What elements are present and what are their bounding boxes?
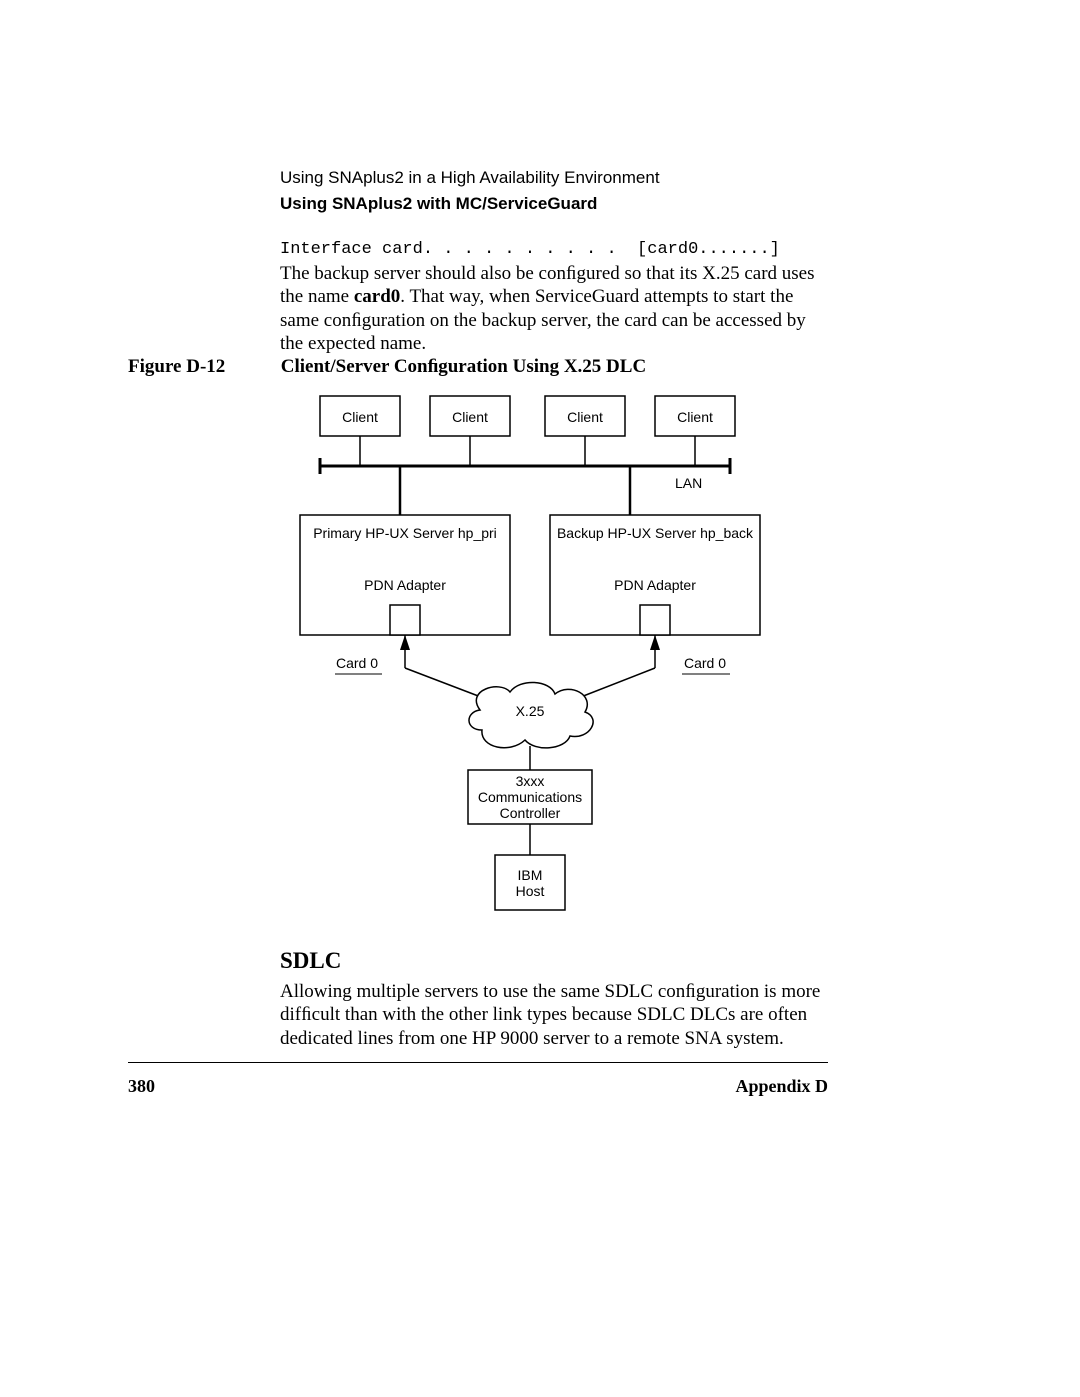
paragraph-backup-config: The backup server should also be conﬁgur… <box>280 262 830 355</box>
running-header: Using SNAplus2 in a High Availability En… <box>280 168 840 214</box>
primary-pdn-port <box>390 605 420 635</box>
lan-label: LAN <box>675 475 702 491</box>
backup-server-label: Backup HP-UX Server hp_back <box>557 525 754 541</box>
para1-bold-card0: card0 <box>354 286 400 307</box>
client-label-4: Client <box>677 409 713 425</box>
document-page: Using SNAplus2 in a High Availability En… <box>0 0 1080 1397</box>
backup-server-box: Backup HP-UX Server hp_back PDN Adapter <box>550 515 760 635</box>
backup-cloud-arrow <box>568 635 660 702</box>
code-interface-card: Interface card. . . . . . . . . . [card0… <box>280 240 780 259</box>
figure-diagram: Client Client Client Client L <box>290 390 830 930</box>
figure-title: Client/Server Conﬁguration Using X.25 DL… <box>281 356 646 378</box>
client-box-1: Client <box>320 396 400 436</box>
sdlc-heading: SDLC <box>280 948 341 974</box>
backup-pdn-port <box>640 605 670 635</box>
client-box-4: Client <box>655 396 735 436</box>
card0-left: Card 0 <box>335 655 382 674</box>
controller-line1: 3xxx <box>516 773 545 789</box>
sdlc-paragraph: Allowing multiple servers to use the sam… <box>280 980 830 1050</box>
controller-line3: Controller <box>500 805 561 821</box>
card0-right-label: Card 0 <box>684 655 726 671</box>
footer-rule <box>128 1062 828 1063</box>
appendix-label: Appendix D <box>735 1076 828 1097</box>
diagram-svg: Client Client Client Client L <box>290 390 830 930</box>
ibm-host-box: IBM Host <box>495 855 565 910</box>
communications-controller-box: 3xxx Communications Controller <box>468 770 592 824</box>
client-label-3: Client <box>567 409 603 425</box>
controller-line2: Communications <box>478 789 582 805</box>
client-box-3: Client <box>545 396 625 436</box>
x25-label: X.25 <box>516 703 545 719</box>
page-number: 380 <box>128 1076 155 1097</box>
backup-pdn-label: PDN Adapter <box>614 577 696 593</box>
card0-right: Card 0 <box>682 655 730 674</box>
client-label-2: Client <box>452 409 488 425</box>
primary-pdn-label: PDN Adapter <box>364 577 446 593</box>
x25-cloud: X.25 <box>469 682 593 747</box>
figure-caption: Figure D-12 Client/Server Conﬁguration U… <box>128 356 828 378</box>
client-box-2: Client <box>430 396 510 436</box>
host-line1: IBM <box>518 867 543 883</box>
header-chapter: Using SNAplus2 in a High Availability En… <box>280 168 840 188</box>
host-line2: Host <box>516 883 545 899</box>
primary-server-label: Primary HP-UX Server hp_pri <box>313 525 497 541</box>
figure-number: Figure D-12 <box>128 356 276 378</box>
page-footer: 380 Appendix D <box>128 1076 828 1097</box>
header-section: Using SNAplus2 with MC/ServiceGuard <box>280 194 840 214</box>
card0-left-label: Card 0 <box>336 655 378 671</box>
client-label-1: Client <box>342 409 378 425</box>
primary-server-box: Primary HP-UX Server hp_pri PDN Adapter <box>300 515 510 635</box>
